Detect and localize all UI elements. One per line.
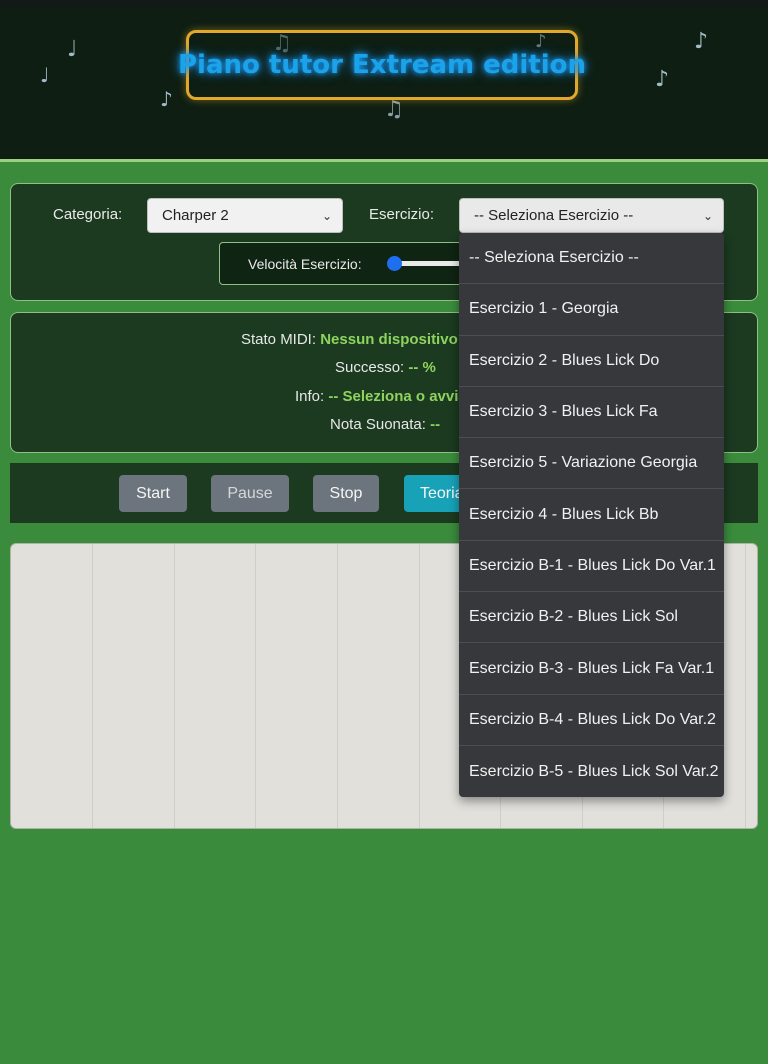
- dropdown-option[interactable]: -- Seleziona Esercizio --: [459, 233, 724, 285]
- dropdown-option[interactable]: Esercizio B-3 - Blues Lick Fa Var.1: [459, 643, 724, 695]
- dropdown-option[interactable]: Esercizio B-1 - Blues Lick Do Var.1: [459, 541, 724, 593]
- piano-key-divider: [92, 544, 93, 828]
- dropdown-option[interactable]: Esercizio 1 - Georgia: [459, 284, 724, 336]
- info-row: Info: -- Seleziona o avvia: [295, 388, 467, 405]
- piano-key-divider: [419, 544, 420, 828]
- header: ♩ ♩ ♪ ♫ ♪ ♪ ♫ ♪ Piano tutor Extream edit…: [0, 9, 768, 162]
- success-row: Successo: -- %: [335, 359, 436, 376]
- played-note-row: Nota Suonata: --: [330, 416, 440, 433]
- chevron-down-icon: ⌄: [702, 208, 713, 223]
- exercise-select[interactable]: -- Seleziona Esercizio -- ⌄: [459, 198, 724, 233]
- music-note-icon: ♪: [160, 87, 173, 111]
- piano-key-divider: [337, 544, 338, 828]
- top-strip: [0, 0, 768, 9]
- exercise-label: Esercizio:: [369, 206, 435, 223]
- app-title: Piano tutor Extream edition: [178, 50, 587, 80]
- stop-button[interactable]: Stop: [313, 475, 379, 512]
- speed-slider[interactable]: [395, 261, 465, 266]
- chevron-down-icon: ⌄: [321, 208, 332, 223]
- dropdown-option[interactable]: Esercizio B-4 - Blues Lick Do Var.2: [459, 695, 724, 746]
- music-note-icon: ♪: [655, 67, 670, 92]
- start-button[interactable]: Start: [119, 475, 187, 512]
- dropdown-option[interactable]: Esercizio B-5 - Blues Lick Sol Var.2: [459, 746, 724, 797]
- piano-key-divider: [174, 544, 175, 828]
- category-select-value: Charper 2: [162, 207, 229, 224]
- success-label: Successo:: [335, 359, 405, 376]
- info-value: -- Seleziona o avvia: [328, 388, 467, 405]
- success-value: -- %: [408, 359, 436, 376]
- piano-key-divider: [745, 544, 746, 828]
- midi-status-label: Stato MIDI:: [241, 331, 317, 348]
- midi-status-value: Nessun dispositivo M: [320, 331, 475, 348]
- category-select[interactable]: Charper 2 ⌄: [147, 198, 343, 233]
- music-note-icon: ♩: [67, 37, 78, 62]
- category-label: Categoria:: [53, 206, 123, 223]
- music-note-icon: ♩: [40, 63, 50, 87]
- dropdown-option[interactable]: Esercizio 5 - Variazione Georgia: [459, 438, 724, 490]
- played-note-value: --: [430, 416, 441, 433]
- speed-label: Velocità Esercizio:: [248, 256, 362, 272]
- music-note-icon: ♪: [694, 29, 709, 54]
- info-label: Info:: [295, 388, 325, 405]
- midi-status-row: Stato MIDI: Nessun dispositivo M: [241, 331, 474, 348]
- dropdown-option[interactable]: Esercizio 3 - Blues Lick Fa: [459, 387, 724, 439]
- dropdown-option[interactable]: Esercizio 4 - Blues Lick Bb: [459, 489, 724, 541]
- exercise-dropdown-list: -- Seleziona Esercizio -- Esercizio 1 - …: [459, 233, 724, 797]
- played-note-label: Nota Suonata:: [330, 416, 426, 433]
- exercise-select-value: -- Seleziona Esercizio --: [474, 207, 634, 224]
- title-box: Piano tutor Extream edition: [178, 30, 586, 100]
- music-note-icon: ♫: [384, 97, 404, 122]
- speed-slider-thumb[interactable]: [387, 256, 402, 271]
- piano-key-divider: [255, 544, 256, 828]
- dropdown-option[interactable]: Esercizio 2 - Blues Lick Do: [459, 336, 724, 387]
- pause-button[interactable]: Pause: [211, 475, 289, 512]
- dropdown-option[interactable]: Esercizio B-2 - Blues Lick Sol: [459, 592, 724, 644]
